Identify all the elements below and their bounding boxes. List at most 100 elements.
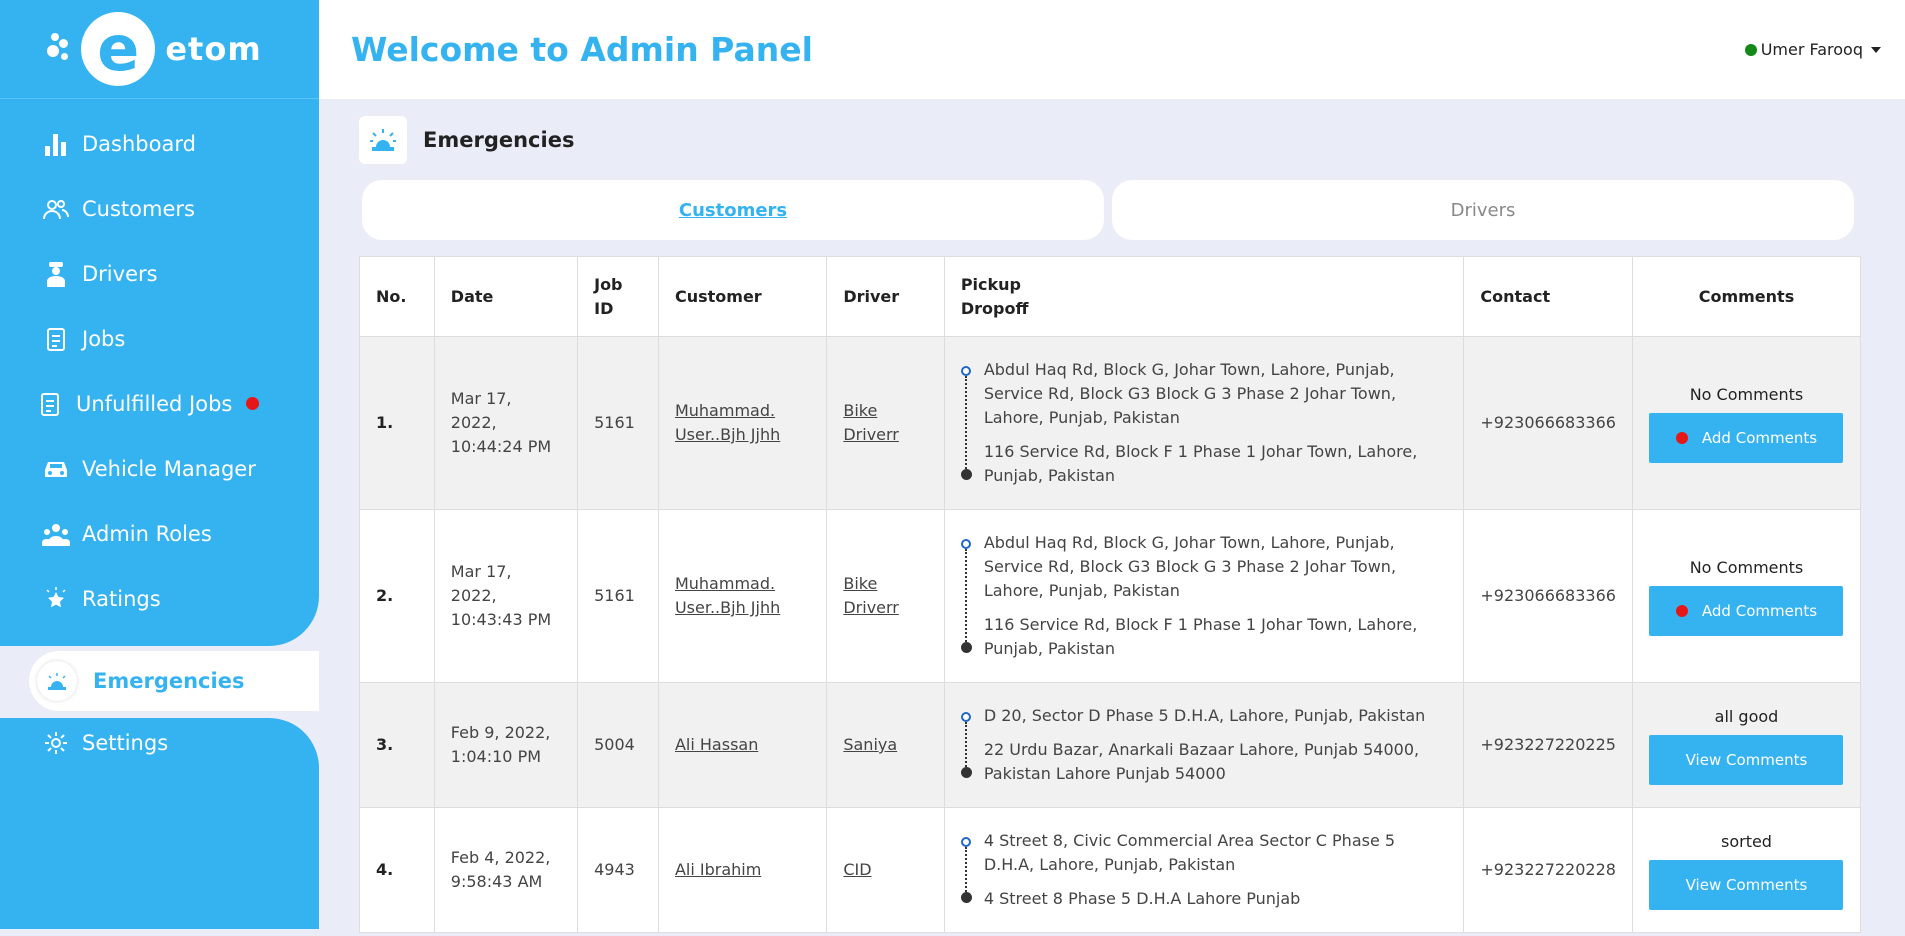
row-job-id: 5161	[578, 337, 659, 510]
sidebar-item-customers[interactable]: Customers	[0, 176, 319, 241]
col-header-comments: Comments	[1632, 257, 1860, 337]
customer-link[interactable]: Muhammad.User..Bjh Jjhh	[658, 510, 826, 683]
sidebar-item-drivers[interactable]: Drivers	[0, 241, 319, 306]
customer-link[interactable]: Muhammad.User..Bjh Jjhh	[658, 337, 826, 510]
tab-drivers[interactable]: Drivers	[1112, 180, 1854, 240]
row-contact: +923066683366	[1464, 337, 1633, 510]
sidebar-item-label: Jobs	[82, 327, 125, 351]
active-corner-top	[269, 596, 319, 646]
driver-link[interactable]: CID	[827, 808, 944, 933]
sidebar-item-dashboard[interactable]: Dashboard	[0, 111, 319, 176]
col-header-date: Date	[434, 257, 577, 337]
logo-dots-icon	[47, 29, 71, 69]
row-number: 2.	[360, 510, 435, 683]
sidebar-item-label: Emergencies	[93, 669, 244, 693]
logo-text: etom	[165, 30, 261, 68]
row-job-id: 5161	[578, 510, 659, 683]
siren-icon	[359, 116, 407, 164]
table-row: 2. Mar 17, 2022,10:43:43 PM 5161 Muhamma…	[360, 510, 1861, 683]
comment-text: No Comments	[1649, 556, 1844, 580]
row-date: Mar 17, 2022,10:44:24 PM	[434, 337, 577, 510]
comment-text: sorted	[1649, 830, 1844, 854]
driver-link[interactable]: BikeDriverr	[827, 510, 944, 683]
row-comments: sorted View Comments	[1632, 808, 1860, 933]
users-icon	[42, 195, 70, 223]
row-comments: all good View Comments	[1632, 683, 1860, 808]
driver-icon	[42, 260, 70, 288]
sidebar: e etom Dashboard Customers Drivers	[0, 0, 319, 929]
sidebar-item-label: Customers	[82, 197, 195, 221]
bar-chart-icon	[42, 130, 70, 158]
sidebar-item-jobs[interactable]: Jobs	[0, 306, 319, 371]
group-icon	[42, 520, 70, 548]
dropoff-address: 4 Street 8 Phase 5 D.H.A Lahore Punjab	[984, 887, 1448, 911]
chevron-down-icon	[1871, 47, 1881, 53]
row-date: Mar 17, 2022,10:43:43 PM	[434, 510, 577, 683]
emergencies-table-wrap: No. Date JobID Customer Driver PickupDro…	[359, 256, 1861, 936]
sidebar-item-emergencies[interactable]: Emergencies	[0, 646, 319, 718]
sidebar-item-unfulfilled-jobs[interactable]: Unfulfilled Jobs	[0, 371, 319, 436]
table-row: 4. Feb 4, 2022,9:58:43 AM 4943 Ali Ibrah…	[360, 808, 1861, 933]
dropoff-address: 116 Service Rd, Block F 1 Phase 1 Johar …	[984, 440, 1448, 488]
row-route: Abdul Haq Rd, Block G, Johar Town, Lahor…	[944, 510, 1464, 683]
logo[interactable]: e etom	[47, 12, 261, 86]
sidebar-item-settings[interactable]: Settings	[0, 710, 319, 775]
sidebar-item-label: Vehicle Manager	[82, 457, 256, 481]
user-menu[interactable]: Umer Farooq	[1745, 40, 1881, 59]
row-route: 4 Street 8, Civic Commercial Area Sector…	[944, 808, 1464, 933]
gear-icon	[42, 729, 70, 757]
driver-link[interactable]: Saniya	[827, 683, 944, 808]
dropoff-address: 116 Service Rd, Block F 1 Phase 1 Johar …	[984, 613, 1448, 661]
dropoff-marker-icon	[961, 642, 972, 653]
view-comments-button[interactable]: View Comments	[1649, 860, 1843, 910]
row-contact: +923227220225	[1464, 683, 1633, 808]
alert-dot-icon	[1676, 605, 1688, 617]
clipboard-icon	[42, 325, 70, 353]
row-route: Abdul Haq Rd, Block G, Johar Town, Lahor…	[944, 337, 1464, 510]
notification-dot	[246, 397, 259, 410]
user-name: Umer Farooq	[1761, 40, 1863, 59]
sidebar-item-admin-roles[interactable]: Admin Roles	[0, 501, 319, 566]
col-header-job-id: JobID	[578, 257, 659, 337]
main-content: Emergencies Customers Drivers No. Date J…	[319, 99, 1905, 929]
row-date: Feb 4, 2022,9:58:43 AM	[434, 808, 577, 933]
online-status-icon	[1745, 44, 1757, 56]
row-number: 3.	[360, 683, 435, 808]
pickup-address: Abdul Haq Rd, Block G, Johar Town, Lahor…	[984, 531, 1448, 603]
pickup-address: Abdul Haq Rd, Block G, Johar Town, Lahor…	[984, 358, 1448, 430]
table-header-row: No. Date JobID Customer Driver PickupDro…	[360, 257, 1861, 337]
add-comments-button[interactable]: Add Comments	[1649, 413, 1843, 463]
row-comments: No Comments Add Comments	[1632, 510, 1860, 683]
row-comments: No Comments Add Comments	[1632, 337, 1860, 510]
active-nav-pill: Emergencies	[29, 651, 319, 711]
col-header-no: No.	[360, 257, 435, 337]
dropoff-marker-icon	[961, 767, 972, 778]
col-header-route: PickupDropoff	[944, 257, 1464, 337]
row-job-id: 4943	[578, 808, 659, 933]
top-header: Welcome to Admin Panel Umer Farooq	[319, 0, 1905, 99]
driver-link[interactable]: BikeDriverr	[827, 337, 944, 510]
row-route: D 20, Sector D Phase 5 D.H.A, Lahore, Pu…	[944, 683, 1464, 808]
customer-link[interactable]: Ali Hassan	[658, 683, 826, 808]
tab-bar: Customers Drivers	[362, 180, 1854, 240]
table-row: 1. Mar 17, 2022,10:44:24 PM 5161 Muhamma…	[360, 337, 1861, 510]
row-number: 1.	[360, 337, 435, 510]
view-comments-button[interactable]: View Comments	[1649, 735, 1843, 785]
pickup-marker-icon	[961, 539, 971, 549]
dropoff-marker-icon	[961, 469, 972, 480]
sidebar-item-label: Dashboard	[82, 132, 196, 156]
comment-text: No Comments	[1649, 383, 1844, 407]
pickup-address: 4 Street 8, Civic Commercial Area Sector…	[984, 829, 1448, 877]
page-heading: Welcome to Admin Panel	[351, 30, 813, 69]
row-contact: +923066683366	[1464, 510, 1633, 683]
sidebar-nav: Dashboard Customers Drivers Jobs Unfulfi…	[0, 111, 319, 631]
sidebar-item-vehicle-manager[interactable]: Vehicle Manager	[0, 436, 319, 501]
alert-dot-icon	[1676, 432, 1688, 444]
col-header-driver: Driver	[827, 257, 944, 337]
dropoff-address: 22 Urdu Bazar, Anarkali Bazaar Lahore, P…	[984, 738, 1448, 786]
pickup-address: D 20, Sector D Phase 5 D.H.A, Lahore, Pu…	[984, 704, 1448, 728]
customer-link[interactable]: Ali Ibrahim	[658, 808, 826, 933]
sidebar-item-label: Unfulfilled Jobs	[76, 392, 232, 416]
tab-customers[interactable]: Customers	[362, 180, 1104, 240]
add-comments-button[interactable]: Add Comments	[1649, 586, 1843, 636]
